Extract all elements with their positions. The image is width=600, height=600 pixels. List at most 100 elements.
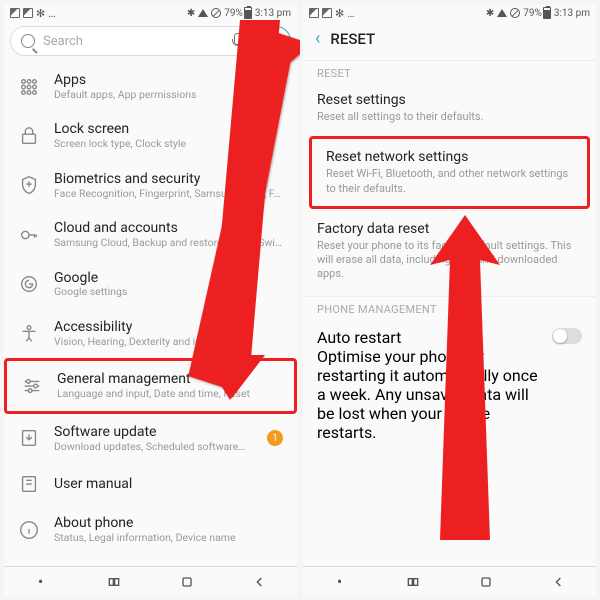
reset-network-item[interactable]: Reset network settings Reset Wi-Fi, Blue…	[309, 136, 590, 209]
nav-bar: •	[4, 566, 297, 596]
row-general-management[interactable]: General management Language and input, D…	[4, 358, 297, 413]
update-badge: 1	[267, 430, 283, 446]
search-placeholder: Search	[43, 34, 83, 49]
row-apps[interactable]: Apps Default apps, App permissions	[4, 62, 297, 111]
clock-time: 3:13 pm	[255, 8, 291, 19]
nav-bar: •	[303, 566, 596, 596]
item-sub: Reset all settings to their defaults.	[317, 110, 582, 124]
nav-recents[interactable]	[104, 572, 124, 592]
left-phone: … 79% 3:13 pm Search	[4, 4, 297, 596]
nav-home[interactable]	[177, 572, 197, 592]
bluetooth-icon	[486, 8, 494, 19]
row-title: About phone	[54, 515, 283, 532]
notif-asterisk-icon	[36, 7, 45, 20]
row-title: Cloud and accounts	[54, 220, 283, 237]
person-icon	[269, 34, 283, 48]
book-icon	[18, 473, 40, 495]
row-title: General management	[57, 371, 280, 388]
location-off-icon	[510, 8, 520, 18]
notif-photo-icon	[309, 8, 319, 18]
row-user-manual[interactable]: User manual	[4, 463, 297, 505]
settings-list: Apps Default apps, App permissions Lock …	[4, 62, 297, 566]
right-phone: … 79% 3:13 pm ‹ RESET RESET Reset settin…	[303, 4, 596, 596]
item-title: Factory data reset	[317, 221, 582, 237]
apps-icon	[18, 76, 40, 98]
row-google[interactable]: Google Google settings	[4, 260, 297, 309]
row-lock-screen[interactable]: Lock screen Screen lock type, Clock styl…	[4, 111, 297, 160]
search-field[interactable]: Search	[10, 26, 255, 56]
notif-photo-icon	[322, 8, 332, 18]
auto-restart-toggle[interactable]	[552, 328, 582, 344]
row-title: Apps	[54, 72, 283, 89]
notif-more: …	[347, 7, 354, 20]
row-accessibility[interactable]: Accessibility Vision, Hearing, Dexterity…	[4, 309, 297, 358]
row-title: Biometrics and security	[54, 171, 283, 188]
notif-more: …	[48, 7, 55, 20]
nav-home[interactable]	[476, 572, 496, 592]
item-sub: Reset Wi-Fi, Bluetooth, and other networ…	[326, 167, 573, 196]
item-title: Reset settings	[317, 92, 582, 108]
clock-time: 3:13 pm	[554, 8, 590, 19]
location-off-icon	[211, 8, 221, 18]
battery-pct: 79%	[224, 8, 243, 19]
bluetooth-icon	[187, 8, 195, 19]
row-sub: Samsung Cloud, Backup and restore, Smart…	[54, 237, 283, 250]
wifi-icon	[497, 9, 507, 17]
nav-recents[interactable]	[403, 572, 423, 592]
accessibility-icon	[18, 323, 40, 345]
row-title: Google	[54, 270, 283, 287]
reset-settings-item[interactable]: Reset settings Reset all settings to the…	[303, 82, 596, 134]
item-sub: Reset your phone to its factory default …	[317, 239, 582, 282]
row-software-update[interactable]: Software update Download updates, Schedu…	[4, 414, 297, 463]
item-title: Auto restart	[317, 328, 542, 347]
reset-header: ‹ RESET	[303, 22, 596, 56]
item-sub: Optimise your phone by restarting it aut…	[317, 347, 542, 442]
back-arrow-icon[interactable]: ‹	[315, 30, 320, 48]
row-title: Software update	[54, 424, 253, 441]
row-sub: Default apps, App permissions	[54, 89, 283, 102]
row-sub: Vision, Hearing, Dexterity and interacti…	[54, 336, 283, 349]
sliders-icon	[21, 375, 43, 397]
mic-icon[interactable]	[230, 33, 244, 49]
account-button[interactable]	[261, 26, 291, 56]
row-sub: Status, Legal information, Device name	[54, 532, 283, 545]
nav-back[interactable]	[250, 572, 270, 592]
nav-back[interactable]	[549, 572, 569, 592]
section-reset-label: RESET	[303, 60, 596, 82]
google-icon	[18, 273, 40, 295]
row-title: Lock screen	[54, 121, 283, 138]
battery-pct: 79%	[523, 8, 542, 19]
row-biometrics[interactable]: Biometrics and security Face Recognition…	[4, 161, 297, 210]
row-sub: Language and input, Date and time, Reset	[57, 388, 280, 401]
status-bar: … 79% 3:13 pm	[303, 4, 596, 22]
key-icon	[18, 224, 40, 246]
row-title: Accessibility	[54, 319, 283, 336]
download-icon	[18, 427, 40, 449]
wifi-icon	[198, 9, 208, 17]
nav-dot[interactable]: •	[330, 572, 350, 592]
row-sub: Google settings	[54, 286, 283, 299]
row-sub: Screen lock type, Clock style	[54, 138, 283, 151]
factory-reset-item[interactable]: Factory data reset Reset your phone to i…	[303, 211, 596, 292]
nav-dot[interactable]: •	[31, 572, 51, 592]
lock-icon	[18, 125, 40, 147]
section-phone-mgmt-label: PHONE MANAGEMENT	[303, 296, 596, 318]
row-title: User manual	[54, 476, 283, 493]
row-cloud[interactable]: Cloud and accounts Samsung Cloud, Backup…	[4, 210, 297, 259]
notif-asterisk-icon	[335, 7, 344, 20]
battery-icon	[543, 7, 551, 19]
info-icon	[18, 519, 40, 541]
battery-icon	[244, 7, 252, 19]
shield-icon	[18, 174, 40, 196]
item-title: Reset network settings	[326, 149, 573, 165]
page-title: RESET	[330, 30, 375, 48]
notif-photo-icon	[10, 8, 20, 18]
row-sub: Download updates, Scheduled software…	[54, 441, 253, 454]
notif-photo-icon	[23, 8, 33, 18]
search-icon	[21, 34, 35, 48]
status-bar: … 79% 3:13 pm	[4, 4, 297, 22]
row-sub: Face Recognition, Fingerprint, Samsung P…	[54, 188, 283, 201]
row-about-phone[interactable]: About phone Status, Legal information, D…	[4, 505, 297, 554]
auto-restart-item[interactable]: Auto restart Optimise your phone by rest…	[303, 318, 596, 452]
search-bar: Search	[4, 22, 297, 62]
